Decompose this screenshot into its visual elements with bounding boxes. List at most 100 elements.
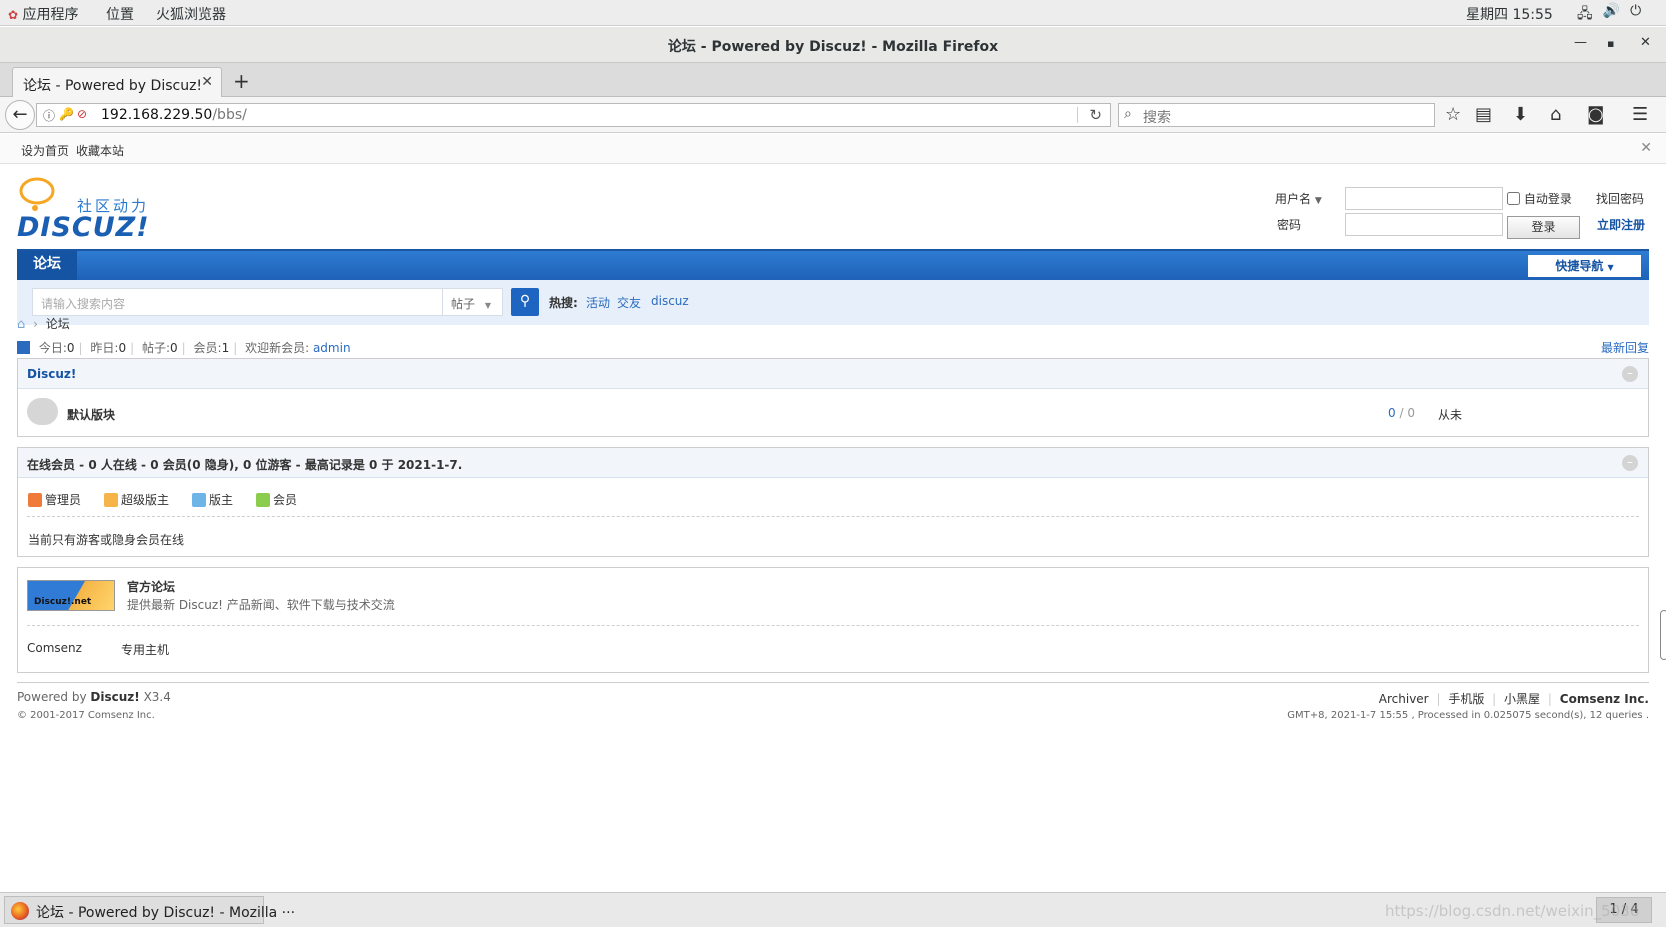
mod-user-icon <box>192 493 206 507</box>
footer-powered: Powered by Discuz! X3.4 <box>17 690 171 704</box>
close-window-icon[interactable]: ✕ <box>1640 35 1651 50</box>
home-icon[interactable]: ⌂ <box>17 317 25 332</box>
reload-icon[interactable]: ↻ <box>1089 106 1102 124</box>
collapse-icon[interactable]: – <box>1622 455 1638 471</box>
breadcrumb-current[interactable]: 论坛 <box>46 317 70 331</box>
minimize-icon[interactable]: — <box>1574 35 1587 50</box>
hot-search-link[interactable]: 交友 <box>617 294 641 311</box>
stat-members-label: 会员: <box>193 341 222 355</box>
hot-search-link[interactable]: discuz <box>651 294 689 308</box>
category-box: Discuz! – 默认版块 0 / 0 从未 <box>17 358 1649 437</box>
discuz-logo[interactable]: 社区动力 DISCUZ! <box>17 175 157 245</box>
taskbar-firefox-window[interactable]: 论坛 - Powered by Discuz! - Mozilla ··· <box>4 896 295 924</box>
forum-page: 社区动力 DISCUZ! 用户名 ▼ 自动登录 找回密码 密码 登录 立即注册 … <box>0 165 1666 892</box>
nav-forum-tab[interactable]: 论坛 <box>17 251 77 280</box>
legend-admin-label: 管理员 <box>45 493 82 507</box>
url-host: 192.168.229.50 <box>101 107 213 123</box>
breadcrumb: ⌂ › 论坛 <box>17 315 70 332</box>
admin-user-icon <box>28 493 42 507</box>
applications-menu[interactable]: ✿ 应用程序 <box>8 4 79 24</box>
latest-reply-link[interactable]: 最新回复 <box>1601 339 1649 356</box>
discuz-net-badge[interactable]: Discuz!.net <box>27 580 115 611</box>
password-input[interactable] <box>1345 213 1503 236</box>
product-link[interactable]: Discuz! <box>90 690 139 704</box>
legend-super-mod-label: 超级版主 <box>121 493 170 507</box>
collapse-icon[interactable]: – <box>1622 366 1638 382</box>
newest-member-link[interactable]: admin <box>313 341 351 355</box>
back-arrow-icon[interactable]: ← <box>5 100 35 130</box>
bookmark-star-icon[interactable]: ☆ <box>1445 104 1461 125</box>
login-button[interactable]: 登录 <box>1507 216 1580 239</box>
legend-super-mod: 超级版主 <box>104 491 169 508</box>
url-path: /bbs/ <box>212 107 247 123</box>
bookmark-site-link[interactable]: 收藏本站 <box>76 142 124 159</box>
hot-search-link[interactable]: 活动 <box>586 294 610 311</box>
member-user-icon <box>256 493 270 507</box>
comsenz-link[interactable]: Comsenz <box>27 641 82 655</box>
pocket-icon[interactable]: ◙ <box>1587 104 1604 125</box>
maximize-icon[interactable]: ▪ <box>1607 37 1614 50</box>
forum-search-input[interactable]: 请输入搜索内容 <box>32 288 443 316</box>
chevron-down-icon: ▼ <box>1314 196 1322 206</box>
collapse-header-icon[interactable]: ✕ <box>1640 140 1652 156</box>
window-titlebar: 论坛 - Powered by Discuz! - Mozilla Firefo… <box>0 27 1666 63</box>
category-title[interactable]: Discuz! <box>27 367 76 381</box>
search-button[interactable]: ⚲ <box>511 288 539 316</box>
download-icon[interactable]: ⬇ <box>1513 104 1528 125</box>
legend-member: 会员 <box>256 491 297 508</box>
library-icon[interactable]: ▤ <box>1475 104 1492 125</box>
comsenz-inc-link[interactable]: Comsenz Inc. <box>1560 692 1649 706</box>
blackroom-link[interactable]: 小黑屋 <box>1504 692 1540 706</box>
url-bar[interactable]: ⓘ 🔑 ⊘ 192.168.229.50/bbs/ ↻ <box>36 103 1111 127</box>
auto-login-option[interactable]: 自动登录 <box>1507 190 1572 207</box>
stat-members: 1 <box>221 341 230 355</box>
clock[interactable]: 星期四 15:55 <box>1466 4 1553 24</box>
new-tab-icon[interactable]: + <box>233 69 250 93</box>
search-bar[interactable]: ⌕ 搜索 <box>1118 103 1435 127</box>
online-message: 当前只有游客或隐身会员在线 <box>28 533 185 547</box>
auto-login-checkbox[interactable] <box>1507 192 1520 205</box>
username-input[interactable] <box>1345 187 1503 210</box>
blocked-plugin-icon[interactable]: ⊘ <box>77 107 87 121</box>
username-dropdown[interactable]: 用户名 ▼ <box>1275 190 1322 207</box>
hamburger-menu-icon[interactable]: ☰ <box>1632 104 1648 125</box>
stat-yesterday-label: 昨日: <box>90 341 119 355</box>
tab-close-icon[interactable]: ✕ <box>201 74 213 90</box>
password-label: 密码 <box>1277 218 1302 232</box>
volume-icon[interactable]: 🔊 <box>1603 3 1620 27</box>
divider <box>27 516 1639 517</box>
set-home-link[interactable]: 设为首页 <box>21 142 69 159</box>
home-icon[interactable]: ⌂ <box>1550 104 1561 125</box>
url-text[interactable]: 192.168.229.50/bbs/ <box>101 107 247 123</box>
search-type-select[interactable]: 帖子 ▼ <box>443 288 503 316</box>
site-toplinks-bar: 设为首页 收藏本站 ✕ <box>0 134 1666 164</box>
places-menu[interactable]: 位置 <box>106 4 134 24</box>
network-icon[interactable]: 🖧 <box>1577 3 1593 27</box>
find-password-link[interactable]: 找回密码 <box>1596 190 1644 207</box>
hot-search-label: 热搜: <box>549 296 578 310</box>
url-separator <box>1077 107 1078 123</box>
archiver-link[interactable]: Archiver <box>1379 692 1429 706</box>
tab-forum[interactable]: 论坛 - Powered by Discuz! ✕ <box>12 67 222 98</box>
search-placeholder: 搜索 <box>1143 110 1171 126</box>
quick-nav-button[interactable]: 快捷导航 ▼ <box>1528 255 1641 277</box>
online-title[interactable]: 在线会员 - 0 人在线 - 0 会员(0 隐身), 0 位游客 - 最高记录是… <box>27 456 462 473</box>
firefox-icon <box>11 902 29 920</box>
browser-menu[interactable]: 火狐浏览器 <box>156 4 226 24</box>
side-scroll-handle[interactable] <box>1660 610 1666 660</box>
stat-today: 0 <box>66 341 75 355</box>
powered-text: Powered by <box>17 690 87 704</box>
hosting-link[interactable]: 专用主机 <box>121 641 169 658</box>
forum-name[interactable]: 默认版块 <box>67 406 115 423</box>
forum-row: 默认版块 0 / 0 从未 <box>18 389 1648 437</box>
legend-mod: 版主 <box>192 491 233 508</box>
power-icon[interactable]: ⏻ <box>1630 3 1641 27</box>
online-header: 在线会员 - 0 人在线 - 0 会员(0 隐身), 0 位游客 - 最高记录是… <box>18 448 1648 478</box>
mobile-link[interactable]: 手机版 <box>1448 692 1484 706</box>
register-link[interactable]: 立即注册 <box>1597 216 1645 233</box>
official-forum-link[interactable]: 官方论坛 <box>127 578 175 595</box>
search-type-label: 帖子 <box>451 297 476 311</box>
logo-wordmark: DISCUZ! <box>17 212 150 243</box>
gnome-foot-icon: ✿ <box>8 8 19 22</box>
info-icon[interactable]: ⓘ <box>43 107 55 124</box>
